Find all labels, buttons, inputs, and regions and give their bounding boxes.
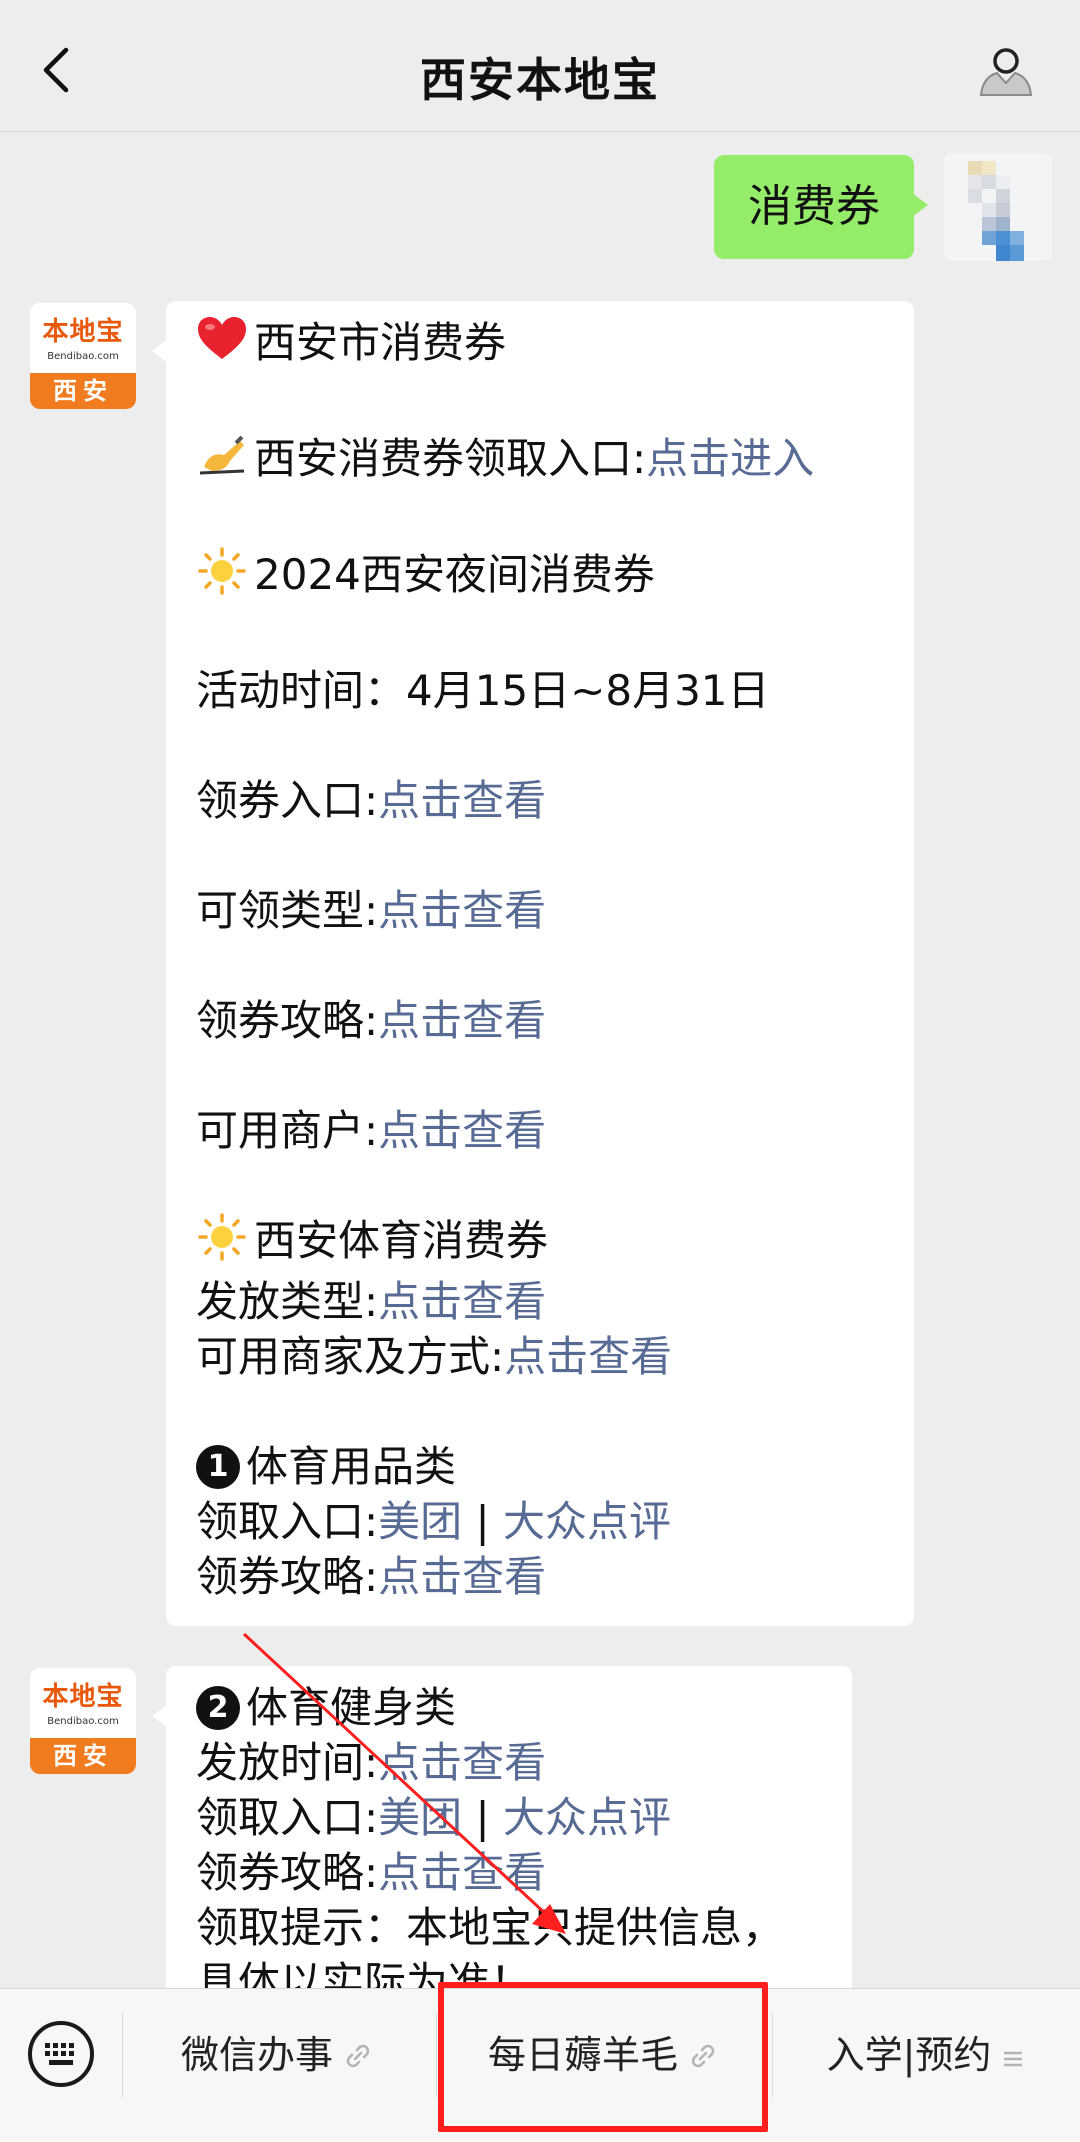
section-title: 体育用品类 xyxy=(246,1442,457,1491)
view-link[interactable]: 点击查看 xyxy=(378,1552,546,1601)
menu-item-wechat-services[interactable]: 微信办事 xyxy=(122,2007,432,2103)
menu-item-enrollment[interactable]: 入学|预约 xyxy=(772,2007,1080,2103)
writing-hand-icon xyxy=(196,431,248,492)
bot-avatar-brand: 本地宝 xyxy=(42,317,124,347)
message-line: 可用商家及方式:点击查看 xyxy=(196,1332,673,1381)
message-line: 领取入口:美团 | 大众点评 xyxy=(196,1497,672,1546)
bot-message-bubble[interactable]: 2 体育健身类 发放时间:点击查看 领取入口:美团 | 大众点评 领券攻略:点击查… xyxy=(152,1666,852,1988)
keyboard-icon xyxy=(28,2021,94,2087)
view-link[interactable]: 点击查看 xyxy=(378,1277,546,1326)
chat-area[interactable]: 消费券 本地宝 Bendibao.com 西安 西安市消费券 西安消费券领取入口… xyxy=(0,133,1080,1988)
bot-avatar-domain: Bendibao.com xyxy=(47,1716,119,1727)
meituan-link[interactable]: 美团 xyxy=(378,1497,462,1546)
message-line: 领取提示：本地宝只提供信息， xyxy=(196,1903,785,1952)
person-icon xyxy=(979,48,1033,96)
message-line: 可领类型:点击查看 xyxy=(196,886,547,935)
bot-avatar-city: 西安 xyxy=(30,1738,136,1774)
link-icon xyxy=(343,2010,373,2106)
message-line: 领取入口:美团 | 大众点评 xyxy=(196,1793,672,1842)
message-line: 领券攻略:点击查看 xyxy=(196,1848,547,1897)
view-link[interactable]: 点击查看 xyxy=(504,1332,672,1381)
view-link[interactable]: 点击查看 xyxy=(378,886,546,935)
keyboard-toggle-button[interactable] xyxy=(26,2019,96,2089)
meituan-link[interactable]: 美团 xyxy=(378,1793,462,1842)
message-line: 领券攻略:点击查看 xyxy=(196,1552,547,1601)
sun-icon xyxy=(196,547,248,608)
my-message-bubble[interactable]: 消费券 xyxy=(714,155,928,259)
menu-lines-icon xyxy=(1001,2010,1025,2106)
bot-avatar[interactable]: 本地宝 Bendibao.com 西安 xyxy=(30,303,136,409)
bot-avatar-domain: Bendibao.com xyxy=(47,351,119,362)
section-title: 体育健身类 xyxy=(246,1683,457,1732)
section-title: 2024西安夜间消费券 xyxy=(254,550,655,599)
message-line: 2024西安夜间消费券 xyxy=(196,547,884,608)
message-line: 2 体育健身类 xyxy=(196,1680,822,1735)
bot-avatar[interactable]: 本地宝 Bendibao.com 西安 xyxy=(30,1668,136,1774)
view-link[interactable]: 点击查看 xyxy=(378,1848,546,1897)
navbar: 西安本地宝 xyxy=(0,0,1080,132)
message-line: 西安消费券领取入口:点击进入 xyxy=(196,431,884,492)
my-avatar[interactable] xyxy=(944,153,1052,261)
dianping-link[interactable]: 大众点评 xyxy=(503,1497,671,1546)
message-line: 活动时间：4月15日~8月31日 xyxy=(196,666,770,715)
message-line: 发放时间:点击查看 xyxy=(196,1738,547,1787)
bot-avatar-brand: 本地宝 xyxy=(42,1682,124,1712)
section-title: 西安体育消费券 xyxy=(254,1216,549,1265)
number-badge: 2 xyxy=(196,1685,240,1730)
avatar-image xyxy=(944,153,1052,261)
number-badge: 1 xyxy=(196,1444,240,1489)
my-message-text: 消费券 xyxy=(748,181,880,232)
view-link[interactable]: 点击查看 xyxy=(378,776,546,825)
message-line: 西安市消费券 xyxy=(196,315,884,376)
heart-icon xyxy=(196,315,248,376)
dianping-link[interactable]: 大众点评 xyxy=(503,1793,671,1842)
highlight-box xyxy=(438,1982,768,2132)
message-line: 西安体育消费券 xyxy=(196,1213,884,1274)
bot-avatar-city: 西安 xyxy=(30,373,136,409)
view-link[interactable]: 点击查看 xyxy=(378,1106,546,1155)
view-link[interactable]: 点击查看 xyxy=(378,996,546,1045)
sun-icon xyxy=(196,1213,248,1274)
section-title: 西安市消费券 xyxy=(254,318,507,367)
message-line: 领券入口:点击查看 xyxy=(196,776,547,825)
message-line: 发放类型:点击查看 xyxy=(196,1277,547,1326)
bot-message-bubble[interactable]: 西安市消费券 西安消费券领取入口:点击进入 2024西安夜间消费券 活动时间：4… xyxy=(152,301,914,1626)
page-title: 西安本地宝 xyxy=(420,53,660,107)
profile-button[interactable] xyxy=(975,45,1037,103)
enter-link[interactable]: 点击进入 xyxy=(646,434,814,483)
view-link[interactable]: 点击查看 xyxy=(378,1738,546,1787)
message-line: 领券攻略:点击查看 xyxy=(196,996,547,1045)
message-line: 可用商户:点击查看 xyxy=(196,1106,547,1155)
message-line: 1 体育用品类 xyxy=(196,1439,884,1494)
